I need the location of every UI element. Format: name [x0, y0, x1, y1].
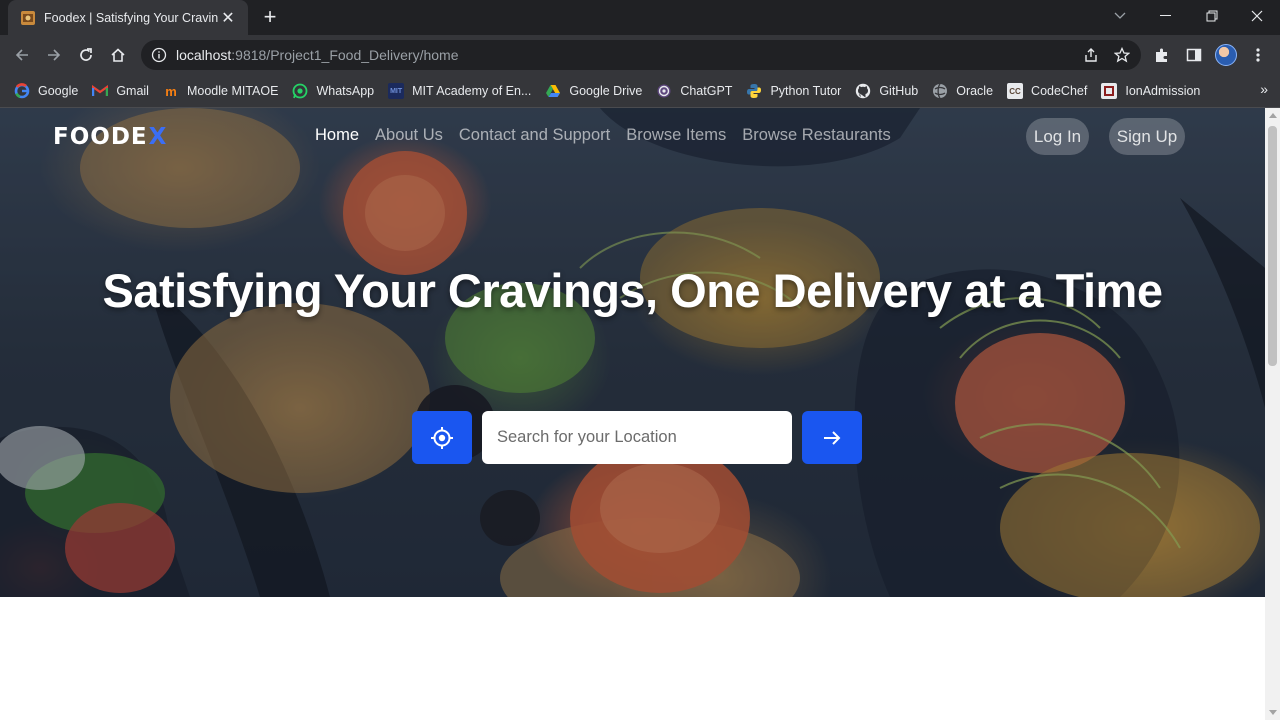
oracle-icon [932, 83, 948, 99]
ionadmission-icon [1101, 83, 1118, 99]
gmail-icon [92, 83, 109, 99]
foodex-logo[interactable]: FOODE X [53, 123, 167, 151]
bookmark-google-drive[interactable]: Google Drive [539, 77, 650, 105]
login-button[interactable]: Log In [1026, 118, 1089, 155]
hero-overlay [0, 108, 1265, 597]
tab-search-chevron-icon[interactable] [1097, 0, 1143, 32]
bookmark-chatgpt[interactable]: ChatGPT [650, 77, 740, 105]
bookmark-whatsapp[interactable]: WhatsApp [286, 77, 382, 105]
google-icon [14, 83, 30, 99]
bookmark-ionadmission[interactable]: IonAdmission [1095, 77, 1208, 105]
bookmark-python-tutor[interactable]: Python Tutor [740, 77, 849, 105]
codechef-icon: CC [1007, 83, 1024, 99]
foodex-favicon-icon [21, 10, 35, 25]
back-arrow-icon[interactable] [8, 41, 36, 69]
google-drive-icon [545, 83, 561, 99]
site-info-icon[interactable] [151, 47, 167, 63]
bookmark-github[interactable]: GitHub [849, 77, 926, 105]
bookmark-codechef[interactable]: CC CodeChef [1001, 77, 1095, 105]
browser-menu-icon[interactable] [1244, 41, 1272, 69]
nav-browse-items-link[interactable]: Browse Items [626, 126, 726, 145]
bookmark-star-icon[interactable] [1112, 45, 1132, 65]
bookmark-gmail[interactable]: Gmail [86, 77, 157, 105]
nav-links: Home About Us Contact and Support Browse… [315, 126, 907, 145]
restore-window-icon[interactable] [1189, 0, 1235, 32]
python-icon [746, 83, 762, 99]
browser-tabstrip: Foodex | Satisfying Your Cravings ✕ + [0, 0, 1280, 35]
hero-headline: Satisfying Your Cravings, One Delivery a… [102, 264, 1163, 317]
mit-icon: MIT [388, 83, 405, 99]
scroll-down-arrow-icon[interactable] [1269, 710, 1277, 715]
bookmark-mit-academy[interactable]: MIT MIT Academy of En... [382, 77, 539, 105]
bookmark-oracle[interactable]: Oracle [926, 77, 1001, 105]
extensions-puzzle-icon[interactable] [1148, 41, 1176, 69]
location-search-input[interactable] [482, 411, 792, 464]
url-host: localhost [176, 47, 232, 63]
minimize-window-icon[interactable] [1143, 0, 1189, 32]
address-bar[interactable]: localhost:9818/Project1_Food_Delivery/ho… [141, 40, 1141, 70]
signup-button[interactable]: Sign Up [1109, 118, 1185, 155]
close-tab-icon[interactable]: ✕ [218, 8, 238, 28]
nav-home-link[interactable]: Home [315, 126, 359, 145]
page-viewport: FOODE X Home About Us Contact and Support… [0, 108, 1265, 720]
forward-arrow-icon[interactable] [40, 41, 68, 69]
bookmarks-bar: Google Gmail m Moodle MITAOE WhatsApp MI… [0, 75, 1280, 108]
new-tab-button[interactable]: + [258, 6, 282, 30]
reload-icon[interactable] [72, 41, 100, 69]
scrollbar-thumb[interactable] [1268, 126, 1277, 366]
chatgpt-icon [656, 83, 672, 99]
browser-toolbar: localhost:9818/Project1_Food_Delivery/ho… [0, 35, 1280, 75]
crosshair-location-icon [431, 426, 453, 449]
home-icon[interactable] [104, 41, 132, 69]
profile-avatar[interactable] [1212, 41, 1240, 69]
tab-title: Foodex | Satisfying Your Cravings [44, 10, 218, 25]
scroll-up-arrow-icon[interactable] [1269, 113, 1277, 118]
hero-section: FOODE X Home About Us Contact and Support… [0, 108, 1265, 597]
arrow-right-icon [824, 430, 841, 445]
url-path: :9818/Project1_Food_Delivery/home [231, 47, 459, 63]
profile-avatar-image [1215, 44, 1237, 66]
moodle-icon: m [165, 83, 177, 99]
more-bookmarks-chevron-icon[interactable]: » [1260, 81, 1268, 97]
locate-me-button[interactable] [412, 411, 472, 464]
page-scrollbar[interactable] [1265, 108, 1280, 720]
nav-browse-restaurants-link[interactable]: Browse Restaurants [742, 126, 891, 145]
nav-about-us-link[interactable]: About Us [375, 126, 443, 145]
side-panel-icon[interactable] [1180, 41, 1208, 69]
search-submit-button[interactable] [802, 411, 862, 464]
browser-tab-active[interactable]: Foodex | Satisfying Your Cravings ✕ [8, 0, 248, 35]
nav-contact-support-link[interactable]: Contact and Support [459, 126, 610, 145]
site-navbar: FOODE X Home About Us Contact and Support… [0, 108, 1265, 166]
close-window-icon[interactable] [1234, 0, 1280, 32]
whatsapp-icon [292, 83, 308, 99]
share-icon[interactable] [1081, 45, 1101, 65]
bookmark-moodle[interactable]: m Moodle MITAOE [157, 77, 286, 105]
github-icon [855, 83, 871, 99]
bookmark-google[interactable]: Google [8, 77, 86, 105]
